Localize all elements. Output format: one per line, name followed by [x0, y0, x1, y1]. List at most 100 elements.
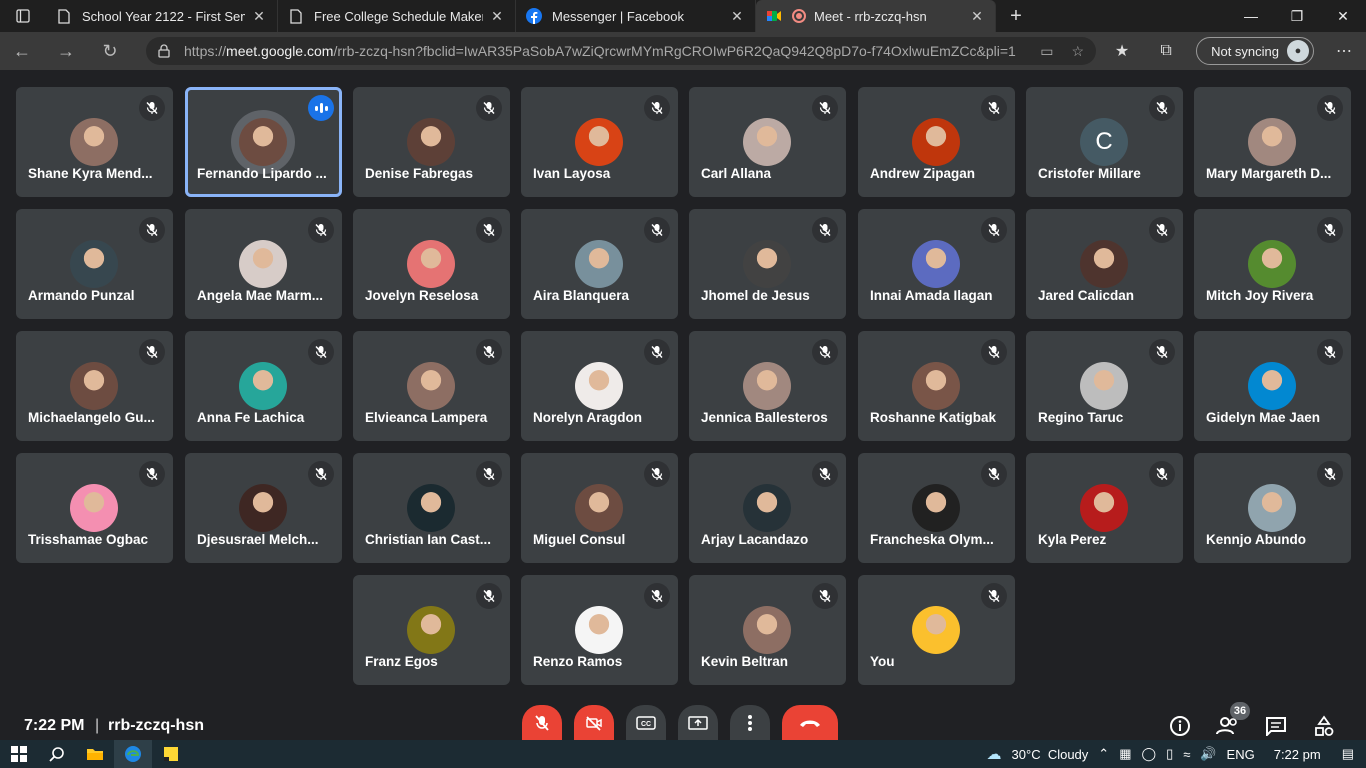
participant-tile[interactable]: Armando Punzal [16, 209, 173, 319]
muted-mic-icon [1317, 339, 1343, 365]
more-menu-icon[interactable]: ⋯ [1322, 41, 1366, 61]
collections-icon[interactable]: ⧉ [1144, 42, 1188, 60]
start-button[interactable] [0, 740, 38, 768]
battery-icon[interactable]: ▯ [1166, 746, 1173, 762]
participant-tile[interactable]: Kyla Perez [1026, 453, 1183, 563]
muted-mic-icon [139, 339, 165, 365]
participant-tile[interactable]: Shane Kyra Mend... [16, 87, 173, 197]
chat-button[interactable] [1264, 714, 1288, 738]
maximize-button[interactable]: ❐ [1274, 0, 1320, 32]
participant-tile[interactable]: Mitch Joy Rivera [1194, 209, 1351, 319]
refresh-button[interactable]: ↻ [88, 32, 132, 70]
search-taskbar-button[interactable] [38, 740, 76, 768]
participant-avatar [912, 362, 960, 410]
captions-icon: CC [636, 715, 656, 730]
participant-tile[interactable]: You [858, 575, 1015, 685]
close-tab-icon[interactable]: ✕ [489, 8, 505, 25]
activities-button[interactable] [1312, 714, 1336, 738]
participant-tile[interactable]: Carl Allana [689, 87, 846, 197]
participant-tile[interactable]: Gidelyn Mae Jaen [1194, 331, 1351, 441]
close-tab-icon[interactable]: ✕ [251, 8, 267, 25]
forward-arrow-icon: → [57, 40, 75, 61]
add-favorite-icon[interactable]: ☆ [1071, 43, 1084, 60]
microphone-toggle-button[interactable] [522, 705, 562, 740]
participant-tile[interactable]: Norelyn Aragdon [521, 331, 678, 441]
minimize-button[interactable]: — [1228, 0, 1274, 32]
forward-button[interactable]: → [44, 32, 88, 70]
participant-tile[interactable]: Roshanne Katigbak [858, 331, 1015, 441]
favorites-icon[interactable]: ★ [1100, 41, 1144, 61]
participant-tile[interactable]: Miguel Consul [521, 453, 678, 563]
profile-sync-button[interactable]: Not syncing ● [1196, 37, 1314, 65]
muted-mic-icon [308, 217, 334, 243]
weather-icon[interactable]: ☁ [987, 745, 1002, 763]
participant-tile[interactable]: Michaelangelo Gu... [16, 331, 173, 441]
meet-indicator-icon[interactable]: ▦ [1119, 746, 1131, 762]
participant-tile[interactable]: Kevin Beltran [689, 575, 846, 685]
close-window-button[interactable]: ✕ [1320, 0, 1366, 32]
participant-tile[interactable]: Fernando Lipardo ... [185, 87, 342, 197]
participant-tile[interactable]: Andrew Zipagan [858, 87, 1015, 197]
muted-mic-icon [476, 95, 502, 121]
participant-tile[interactable]: Jhomel de Jesus [689, 209, 846, 319]
edge-taskbar-button[interactable] [114, 740, 152, 768]
close-tab-icon[interactable]: ✕ [729, 8, 745, 25]
sticky-notes-button[interactable] [152, 740, 190, 768]
wifi-icon[interactable]: ≈ [1183, 747, 1190, 762]
activities-icon [1315, 715, 1334, 736]
participant-tile[interactable]: Ivan Layosa [521, 87, 678, 197]
browser-tab[interactable]: Meet - rrb-zczq-hsn ✕ [756, 0, 996, 32]
participant-tile[interactable]: Christian Ian Cast... [353, 453, 510, 563]
participant-tile[interactable]: Mary Margareth D... [1194, 87, 1351, 197]
url-input[interactable]: https://meet.google.com/rrb-zczq-hsn?fbc… [146, 37, 1096, 65]
participant-tile[interactable]: Aira Blanquera [521, 209, 678, 319]
participant-tile[interactable]: Renzo Ramos [521, 575, 678, 685]
tab-actions-button[interactable] [0, 0, 46, 32]
participant-tile[interactable]: Anna Fe Lachica [185, 331, 342, 441]
present-screen-button[interactable] [678, 705, 718, 740]
browser-tab[interactable]: School Year 2122 - First Semeste ✕ [46, 0, 278, 32]
volume-icon[interactable]: 🔊 [1200, 746, 1216, 762]
browser-tab[interactable]: Messenger | Facebook ✕ [516, 0, 756, 32]
camera-indicator-icon[interactable]: ▭ [1040, 43, 1053, 60]
new-tab-button[interactable]: + [996, 5, 1036, 28]
participant-tile[interactable]: Franz Egos [353, 575, 510, 685]
participant-tile[interactable]: Regino Taruc [1026, 331, 1183, 441]
participant-tile[interactable]: Elvieanca Lampera [353, 331, 510, 441]
participant-tile[interactable]: Angela Mae Marm... [185, 209, 342, 319]
notifications-icon[interactable]: ▤ [1342, 746, 1354, 762]
participant-tile[interactable]: Jovelyn Reselosa [353, 209, 510, 319]
language-indicator[interactable]: ENG [1227, 747, 1255, 762]
participant-tile[interactable]: Kennjo Abundo [1194, 453, 1351, 563]
muted-mic-icon [812, 95, 838, 121]
tab-title: School Year 2122 - First Semeste [82, 8, 245, 24]
microphone-tray-icon[interactable]: ◯ [1142, 746, 1157, 762]
chevron-up-icon[interactable]: ⌃ [1098, 746, 1109, 762]
participant-tile[interactable]: Denise Fabregas [353, 87, 510, 197]
participant-name: Djesusrael Melch... [197, 532, 319, 547]
camera-toggle-button[interactable] [574, 705, 614, 740]
participant-tile[interactable]: Jared Calicdan [1026, 209, 1183, 319]
muted-mic-icon [644, 95, 670, 121]
captions-button[interactable]: CC [626, 705, 666, 740]
browser-tab[interactable]: Free College Schedule Maker ✕ [278, 0, 516, 32]
file-explorer-button[interactable] [76, 740, 114, 768]
weather-text[interactable]: 30°C Cloudy [1012, 747, 1089, 762]
participant-tile[interactable]: Trisshamae Ogbac [16, 453, 173, 563]
participant-tile[interactable]: Jennica Ballesteros [689, 331, 846, 441]
meeting-separator: | [95, 717, 100, 734]
tab-title: Messenger | Facebook [552, 8, 684, 24]
leave-call-button[interactable] [782, 705, 838, 740]
participant-tile[interactable]: Innai Amada Ilagan [858, 209, 1015, 319]
participant-tile[interactable]: C Cristofer Millare [1026, 87, 1183, 197]
participant-tile[interactable]: Djesusrael Melch... [185, 453, 342, 563]
participant-tile[interactable]: Francheska Olym... [858, 453, 1015, 563]
participant-avatar [1248, 362, 1296, 410]
people-button[interactable]: 36 [1216, 702, 1250, 738]
close-tab-icon[interactable]: ✕ [969, 8, 985, 25]
participant-tile[interactable]: Arjay Lacandazo [689, 453, 846, 563]
meeting-details-button[interactable] [1168, 714, 1192, 738]
taskbar-clock[interactable]: 7:22 pm [1274, 747, 1321, 762]
back-button[interactable]: ← [0, 32, 44, 70]
more-options-button[interactable] [730, 705, 770, 740]
